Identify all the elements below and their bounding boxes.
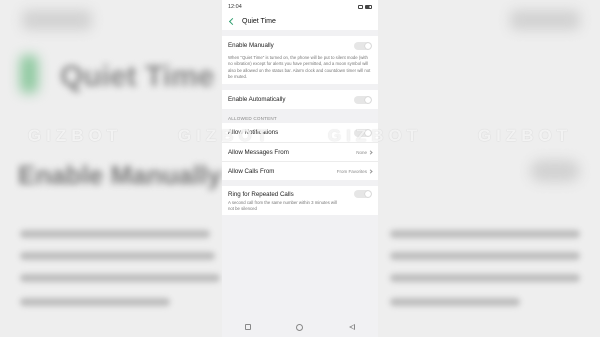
- allow-messages-value: None: [356, 149, 373, 155]
- navigation-bar: [222, 317, 378, 337]
- bg-blur-shape: [530, 160, 580, 182]
- allow-messages-row[interactable]: Allow Messages From None: [222, 142, 378, 161]
- status-time: 12:04: [228, 3, 242, 10]
- bg-blur-subtitle: Enable Manually: [18, 160, 222, 190]
- page-title: Quiet Time: [242, 18, 276, 25]
- status-icons: [358, 4, 372, 9]
- bg-blur-shape: [510, 10, 580, 30]
- allow-notifications-row[interactable]: Allow Notifications: [222, 123, 378, 142]
- bg-blur-line: [20, 274, 220, 282]
- bg-blur-line: [390, 252, 580, 260]
- recent-apps-icon[interactable]: [244, 324, 251, 330]
- repeated-calls-row[interactable]: Ring for Repeated Calls A second call fr…: [222, 186, 378, 215]
- chevron-right-icon: [368, 150, 373, 155]
- enable-manually-toggle[interactable]: [354, 41, 372, 50]
- enable-manually-label: Enable Manually: [228, 42, 274, 49]
- repeated-calls-toggle[interactable]: [354, 190, 372, 199]
- bg-blur-line: [390, 298, 520, 306]
- enable-manually-row[interactable]: Enable Manually: [222, 36, 378, 55]
- manual-card: Enable Manually When "Quiet Time" is tur…: [222, 36, 378, 85]
- allow-calls-value: From Favorites: [336, 168, 373, 174]
- enable-automatically-toggle[interactable]: [354, 95, 372, 104]
- bg-blur-line: [20, 230, 210, 238]
- repeated-calls-card: Ring for Repeated Calls A second call fr…: [222, 186, 378, 216]
- automatic-card: Enable Automatically: [222, 90, 378, 110]
- bg-blur-shape: [20, 55, 38, 93]
- allow-messages-value-text: None: [356, 149, 367, 155]
- enable-automatically-row[interactable]: Enable Automatically: [222, 90, 378, 109]
- allow-notifications-label: Allow Notifications: [228, 129, 279, 137]
- allow-calls-value-text: From Favorites: [336, 168, 367, 174]
- bg-blur-line: [390, 274, 580, 282]
- bg-blur-line: [20, 298, 170, 306]
- bg-blur-title: Quiet Time: [60, 60, 215, 93]
- allowed-content-card: Allow Notifications Allow Messages From …: [222, 123, 378, 181]
- allow-calls-label: Allow Calls From: [228, 167, 275, 175]
- bg-blur-line: [20, 252, 215, 260]
- status-bar: 12:04: [222, 0, 378, 13]
- enable-automatically-label: Enable Automatically: [228, 96, 286, 104]
- repeated-calls-label: Ring for Repeated Calls: [228, 190, 294, 198]
- phone-screen: 12:04 Quiet Time Enable Manually When "Q…: [222, 0, 378, 337]
- allow-notifications-toggle[interactable]: [354, 128, 372, 137]
- home-icon[interactable]: [296, 323, 304, 331]
- allow-messages-label: Allow Messages From: [228, 148, 289, 156]
- title-bar: Quiet Time: [222, 13, 378, 30]
- wifi-icon: [358, 4, 363, 9]
- bg-blur-shape: [22, 10, 92, 30]
- allowed-content-header: ALLOWED CONTENT: [228, 116, 277, 122]
- repeated-calls-description: A second call from the same number withi…: [228, 200, 337, 211]
- allow-calls-row[interactable]: Allow Calls From From Favorites: [222, 161, 378, 180]
- back-icon[interactable]: [349, 324, 356, 330]
- bg-blur-line: [390, 230, 580, 238]
- battery-icon: [365, 4, 372, 9]
- enable-manually-description: When "Quiet Time" is turned on, the phon…: [228, 55, 371, 79]
- chevron-right-icon: [368, 169, 373, 174]
- back-arrow-icon[interactable]: [228, 17, 237, 26]
